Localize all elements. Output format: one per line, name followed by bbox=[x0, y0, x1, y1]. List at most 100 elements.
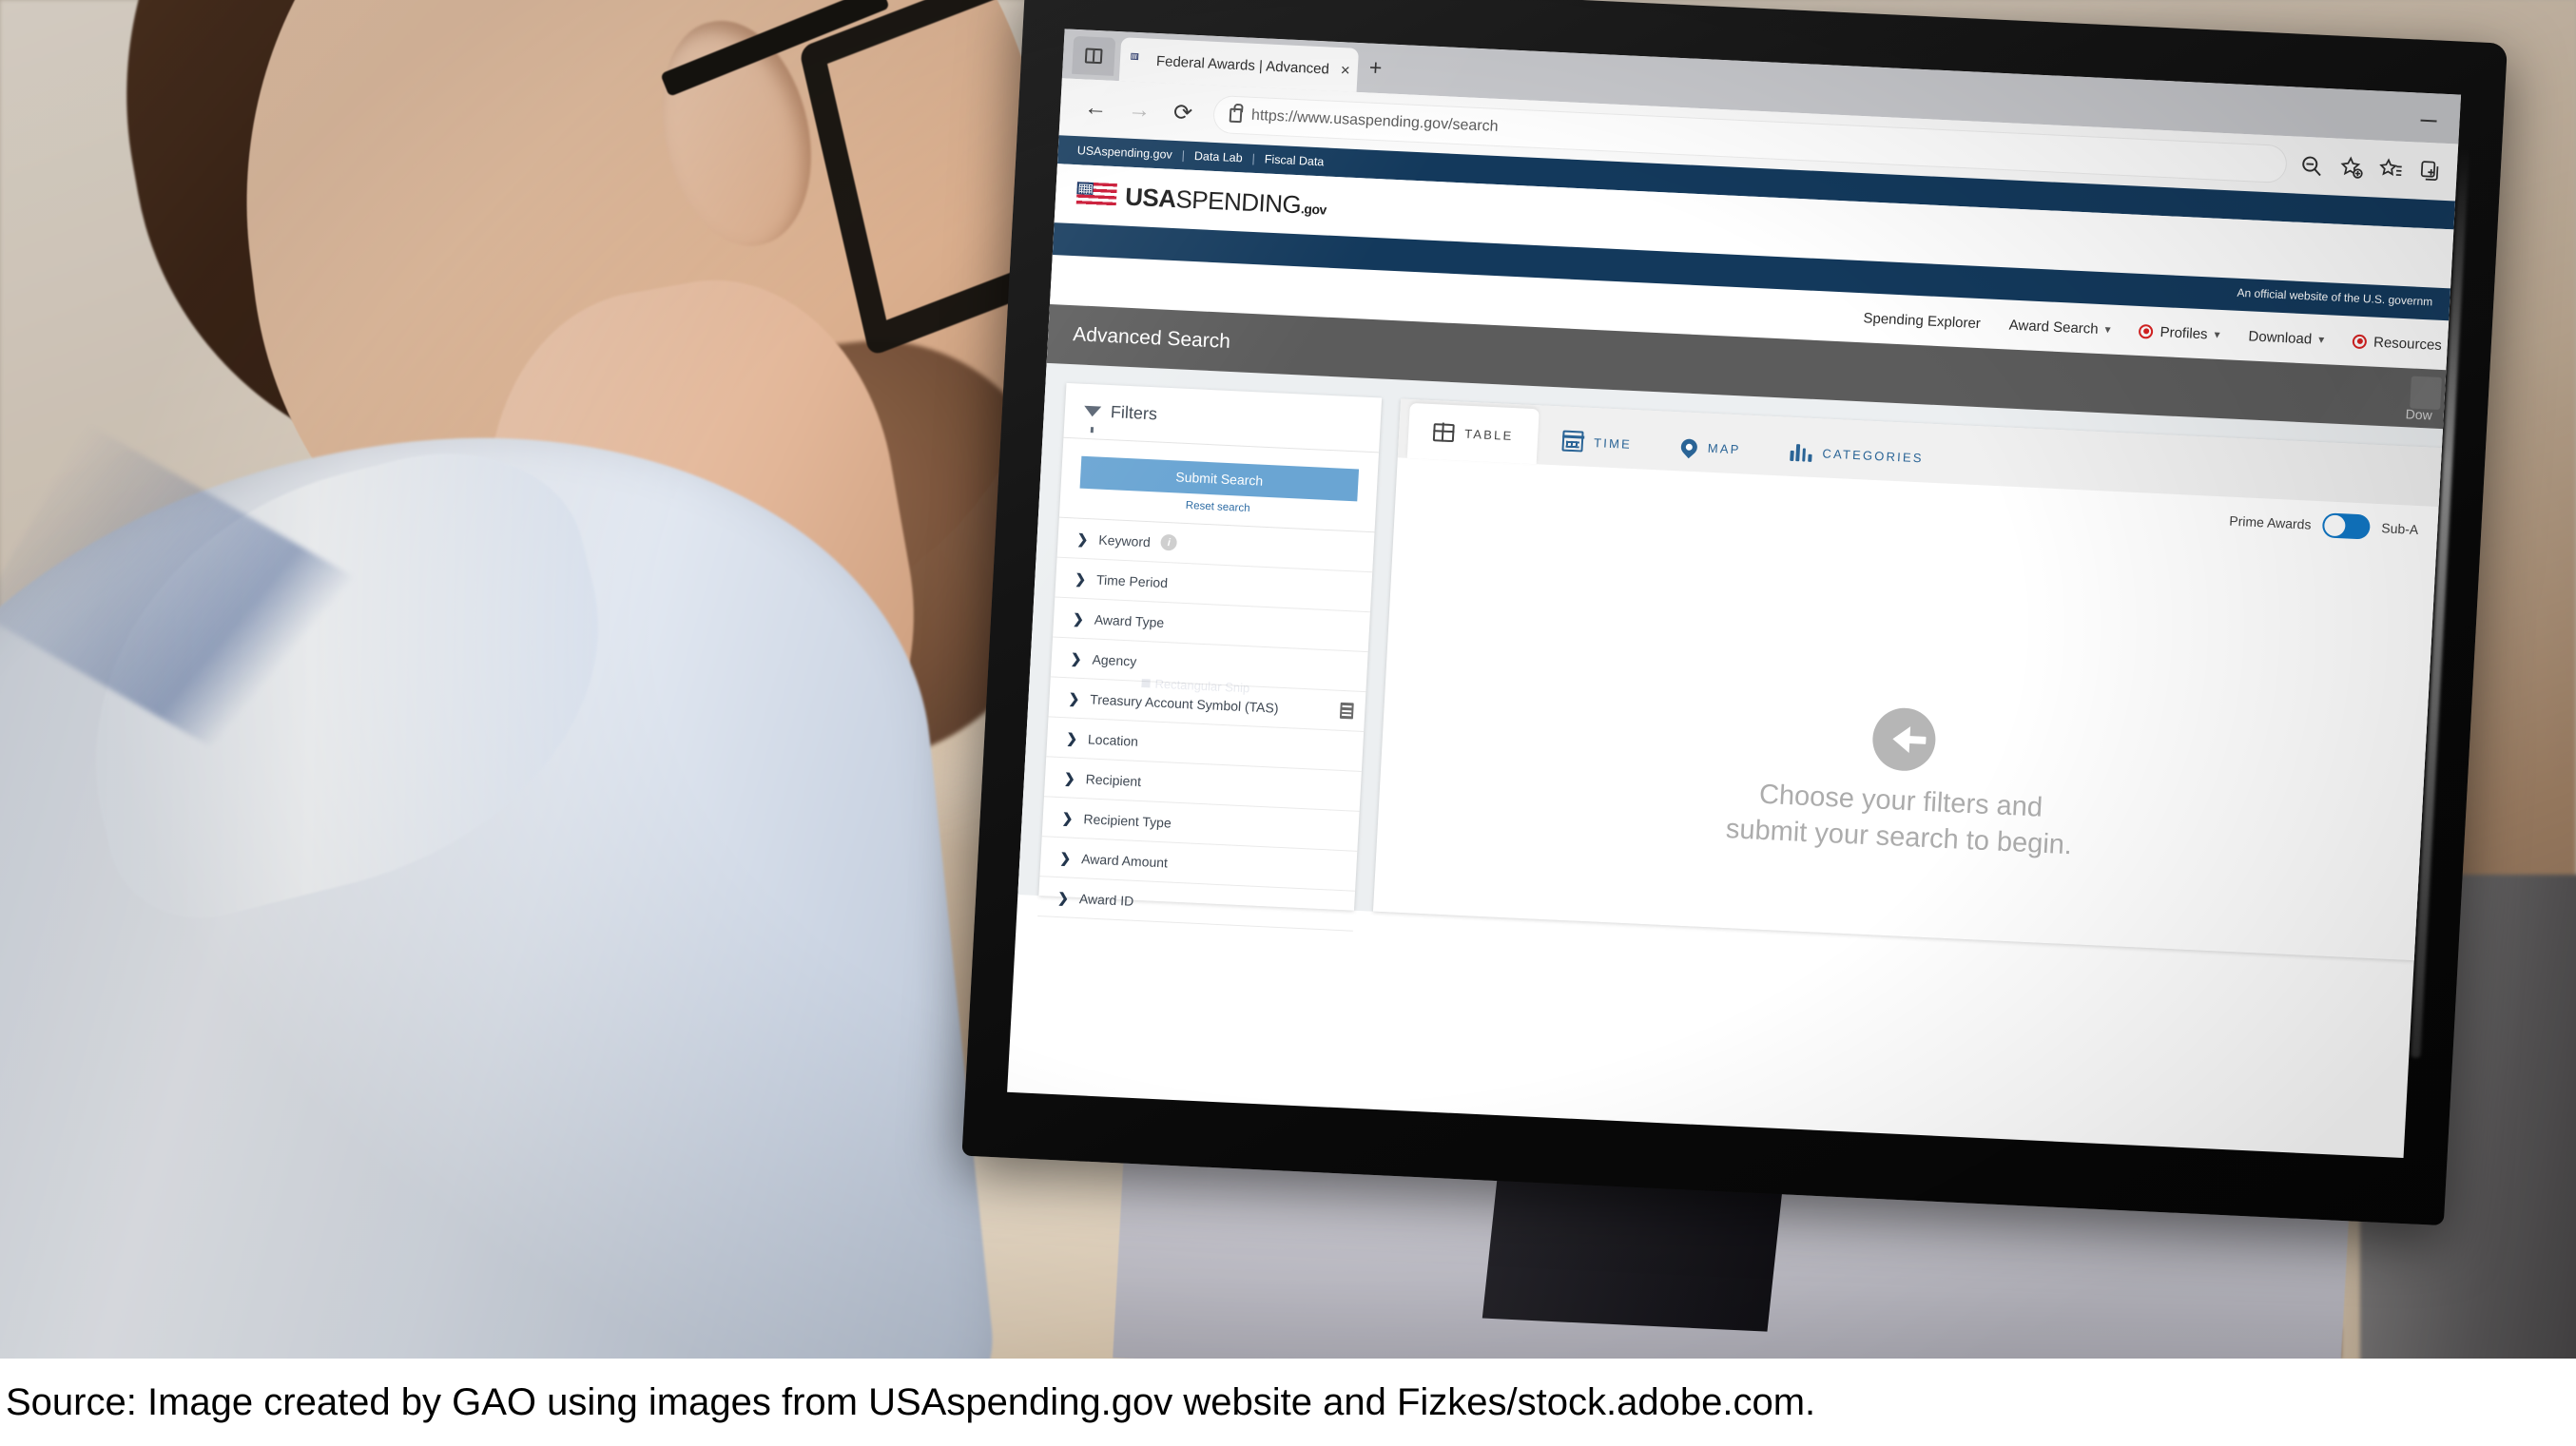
new-tab-button[interactable]: + bbox=[1368, 55, 1383, 81]
official-notice: An official website of the U.S. governm bbox=[2237, 285, 2433, 309]
map-pin-icon bbox=[1677, 434, 1701, 458]
tab-label: MAP bbox=[1707, 440, 1742, 456]
tab-title: Federal Awards | Advanced Searc bbox=[1155, 52, 1334, 78]
tab-categories[interactable]: CATEGORIES bbox=[1764, 426, 1949, 484]
reload-button[interactable]: ⟳ bbox=[1160, 89, 1206, 135]
link-usaspending[interactable]: USAspending.gov bbox=[1076, 144, 1172, 162]
separator: | bbox=[1251, 151, 1256, 165]
empty-state: Choose your filters and submit your sear… bbox=[1725, 700, 2079, 863]
separator: | bbox=[1181, 148, 1186, 163]
caption-text: Source: Image created by GAO using image… bbox=[6, 1380, 1816, 1423]
chevron-right-icon: ❯ bbox=[1061, 809, 1074, 826]
filter-label: Award Type bbox=[1094, 611, 1165, 630]
info-icon[interactable]: i bbox=[1160, 533, 1178, 551]
results-panel: TABLE TIME MAP CATEGORIES Prime Awards S… bbox=[1372, 398, 2442, 961]
arrow-left-circle-icon bbox=[1870, 706, 1938, 773]
snip-tool-icon[interactable] bbox=[1339, 702, 1354, 720]
filters-heading: Filters bbox=[1110, 402, 1158, 424]
nav-item-profiles[interactable]: Profiles ▾ bbox=[2139, 322, 2220, 342]
sub-awards-label: Sub-A bbox=[2380, 520, 2419, 538]
monitor-screen: Federal Awards | Advanced Searc × + ← → … bbox=[1007, 29, 2462, 1158]
source-caption: Source: Image created by GAO using image… bbox=[0, 1359, 2576, 1446]
nav-label: Profiles bbox=[2160, 323, 2209, 342]
chevron-right-icon: ❯ bbox=[1072, 609, 1085, 627]
filter-label: Time Period bbox=[1095, 571, 1169, 590]
nav-label: Spending Explorer bbox=[1863, 309, 1982, 332]
us-flag-icon bbox=[1075, 182, 1117, 209]
tab-table[interactable]: TABLE bbox=[1406, 402, 1540, 465]
computer-monitor: Federal Awards | Advanced Searc × + ← → … bbox=[954, 0, 2576, 1359]
filter-label: Recipient bbox=[1085, 770, 1142, 789]
tab-list-icon[interactable] bbox=[1072, 35, 1116, 76]
usaspending-logo[interactable]: USASPENDING.gov bbox=[1075, 180, 1327, 221]
nav-item-resources[interactable]: Resources bbox=[2352, 333, 2443, 354]
chevron-right-icon: ❯ bbox=[1063, 769, 1076, 786]
red-dot-icon bbox=[2352, 334, 2368, 349]
chevron-right-icon: ❯ bbox=[1065, 729, 1078, 746]
photo-scene: Federal Awards | Advanced Searc × + ← → … bbox=[0, 0, 2576, 1359]
bar-chart-icon bbox=[1790, 442, 1812, 462]
search-content: Filters Submit Search Reset search ❯ Key… bbox=[1017, 362, 2444, 961]
back-button[interactable]: ← bbox=[1073, 86, 1118, 131]
collections-icon[interactable] bbox=[2418, 159, 2444, 184]
toggle-knob bbox=[2323, 514, 2347, 537]
usa-flag-favicon bbox=[1130, 52, 1150, 67]
filter-label: Treasury Account Symbol (TAS) bbox=[1089, 690, 1279, 716]
nav-label: Award Search bbox=[2008, 317, 2100, 337]
tab-label: TABLE bbox=[1463, 426, 1514, 443]
url-text: https://www.usaspending.gov/search bbox=[1250, 106, 1499, 135]
prime-awards-label: Prime Awards bbox=[2229, 512, 2312, 532]
chevron-right-icon: ❯ bbox=[1059, 849, 1072, 866]
usaspending-page: USAspending.gov | Data Lab | Fiscal Data… bbox=[1017, 135, 2456, 961]
chevron-down-icon: ▾ bbox=[2317, 332, 2325, 347]
lock-icon bbox=[1229, 107, 1243, 123]
add-favorite-star-icon[interactable] bbox=[2338, 155, 2364, 181]
logo-usa: USA bbox=[1124, 182, 1177, 213]
nav-item-spending-explorer[interactable]: Spending Explorer bbox=[1863, 310, 1981, 332]
table-icon bbox=[1432, 422, 1455, 442]
filter-label: Location bbox=[1087, 730, 1139, 749]
minimize-icon[interactable] bbox=[2420, 119, 2437, 123]
funnel-icon bbox=[1083, 405, 1102, 417]
zoom-out-icon[interactable] bbox=[2298, 153, 2324, 179]
filter-label: Keyword bbox=[1097, 531, 1152, 549]
nav-item-download[interactable]: Download ▾ bbox=[2248, 328, 2325, 348]
chevron-right-icon: ❯ bbox=[1068, 689, 1080, 706]
chevron-right-icon: ❯ bbox=[1056, 889, 1070, 906]
link-fiscal-data[interactable]: Fiscal Data bbox=[1264, 152, 1324, 168]
logo-gov: .gov bbox=[1300, 200, 1327, 218]
prime-sub-awards-toggle[interactable] bbox=[2321, 512, 2372, 540]
filter-label: Award ID bbox=[1078, 890, 1134, 909]
awards-toggle-group: Prime Awards Sub-A bbox=[2229, 509, 2419, 542]
forward-button[interactable]: → bbox=[1116, 87, 1162, 133]
tab-map[interactable]: MAP bbox=[1656, 420, 1767, 474]
calendar-icon bbox=[1561, 430, 1584, 453]
red-dot-icon bbox=[2139, 323, 2155, 339]
close-icon[interactable]: × bbox=[1340, 61, 1350, 79]
nav-label: Resources bbox=[2373, 334, 2443, 354]
filter-label: Award Amount bbox=[1080, 850, 1169, 870]
logo-spending: SPENDING bbox=[1174, 183, 1303, 219]
filters-actions: Submit Search Reset search bbox=[1058, 437, 1380, 533]
tab-time[interactable]: TIME bbox=[1537, 415, 1658, 470]
link-data-lab[interactable]: Data Lab bbox=[1194, 149, 1243, 164]
tab-label: CATEGORIES bbox=[1822, 445, 1925, 465]
chevron-down-icon: ▾ bbox=[2214, 327, 2220, 341]
chevron-right-icon: ❯ bbox=[1075, 570, 1087, 587]
chevron-right-icon: ❯ bbox=[1070, 649, 1083, 666]
tab-label: TIME bbox=[1593, 434, 1633, 452]
submit-search-button[interactable]: Submit Search bbox=[1079, 455, 1360, 502]
filters-panel: Filters Submit Search Reset search ❯ Key… bbox=[1037, 382, 1383, 932]
logo-text: USASPENDING.gov bbox=[1124, 182, 1327, 221]
filter-label: Recipient Type bbox=[1083, 810, 1172, 831]
chevron-right-icon: ❯ bbox=[1076, 530, 1089, 547]
nav-item-award-search[interactable]: Award Search ▾ bbox=[2008, 317, 2111, 337]
browser-toolbar-icons bbox=[2285, 152, 2444, 184]
filter-label: Agency bbox=[1092, 650, 1137, 669]
chevron-down-icon: ▾ bbox=[2104, 322, 2112, 337]
favorites-icon[interactable] bbox=[2378, 157, 2404, 183]
nav-label: Download bbox=[2248, 327, 2313, 348]
download-label: Dow bbox=[2405, 406, 2433, 423]
page-title: Advanced Search bbox=[1072, 323, 1231, 353]
download-button[interactable] bbox=[2410, 376, 2442, 410]
